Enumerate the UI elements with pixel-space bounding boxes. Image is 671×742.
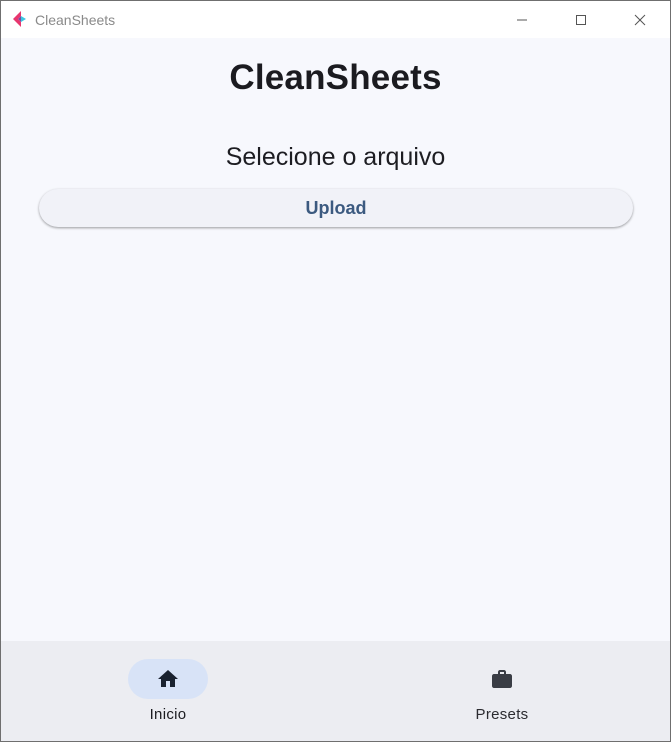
title-bar[interactable]: CleanSheets	[1, 1, 670, 38]
upload-button[interactable]: Upload	[39, 189, 633, 227]
app-logo-icon	[13, 11, 26, 27]
main-content: CleanSheets Selecione o arquivo Upload	[1, 38, 670, 641]
maximize-icon	[576, 14, 586, 25]
minimize-icon	[517, 19, 527, 20]
briefcase-icon	[492, 670, 512, 688]
close-icon	[634, 14, 646, 25]
maximize-button[interactable]	[558, 1, 604, 38]
select-file-prompt: Selecione o arquivo	[225, 143, 446, 171]
bottom-navigation: Inicio Presets	[1, 641, 670, 741]
window-title: CleanSheets	[35, 12, 116, 28]
close-button[interactable]	[617, 1, 663, 38]
nav-item-inicio[interactable]: Inicio	[68, 641, 268, 741]
page-title: CleanSheets	[229, 58, 442, 97]
minimize-button[interactable]	[499, 1, 545, 38]
app-window: CleanSheets CleanSheets Selecione o arqu…	[0, 0, 671, 742]
nav-label-inicio: Inicio	[149, 706, 187, 723]
home-icon	[158, 670, 178, 687]
nav-item-presets[interactable]: Presets	[402, 641, 602, 741]
nav-label-presets: Presets	[475, 706, 529, 723]
